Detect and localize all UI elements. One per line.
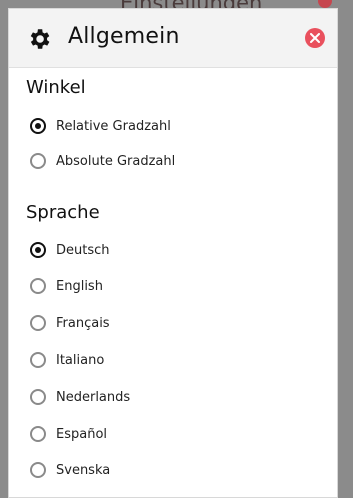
- radio-button[interactable]: [30, 118, 46, 134]
- radio-option-francais[interactable]: Français: [30, 310, 110, 336]
- option-label: Deutsch: [56, 242, 110, 258]
- panel-title: Allgemein: [68, 24, 180, 49]
- radio-button[interactable]: [30, 426, 46, 442]
- radio-option-nederlands[interactable]: Nederlands: [30, 384, 130, 410]
- radio-button[interactable]: [30, 315, 46, 331]
- settings-panel: Allgemein Winkel Relative Gradzahl Absol…: [8, 8, 338, 498]
- radio-option-deutsch[interactable]: Deutsch: [30, 237, 110, 263]
- backdrop-badge-icon: [318, 0, 332, 8]
- radio-button[interactable]: [30, 462, 46, 478]
- radio-option-absolute[interactable]: Absolute Gradzahl: [30, 148, 175, 174]
- option-label: Svenska: [56, 462, 111, 478]
- option-label: Español: [56, 426, 108, 442]
- radio-option-relative[interactable]: Relative Gradzahl: [30, 113, 171, 139]
- radio-option-english[interactable]: English: [30, 273, 103, 299]
- radio-button[interactable]: [30, 278, 46, 294]
- option-label: Absolute Gradzahl: [56, 153, 176, 169]
- option-label: Relative Gradzahl: [56, 118, 171, 134]
- radio-button[interactable]: [30, 352, 46, 368]
- close-icon: [310, 33, 320, 43]
- radio-button[interactable]: [30, 389, 46, 405]
- panel-header: Allgemein: [9, 9, 337, 68]
- radio-option-italiano[interactable]: Italiano: [30, 347, 104, 373]
- option-label: Nederlands: [56, 389, 131, 405]
- section-title-winkel: Winkel: [26, 77, 86, 98]
- option-label: Italiano: [56, 352, 105, 368]
- radio-button[interactable]: [30, 153, 46, 169]
- close-button[interactable]: [305, 28, 325, 48]
- radio-option-espanol[interactable]: Español: [30, 421, 107, 447]
- section-title-sprache: Sprache: [26, 202, 100, 223]
- option-label: Français: [56, 315, 110, 331]
- radio-option-svenska[interactable]: Svenska: [30, 457, 110, 483]
- option-label: English: [56, 278, 103, 294]
- radio-button[interactable]: [30, 242, 46, 258]
- gear-icon: [30, 29, 50, 49]
